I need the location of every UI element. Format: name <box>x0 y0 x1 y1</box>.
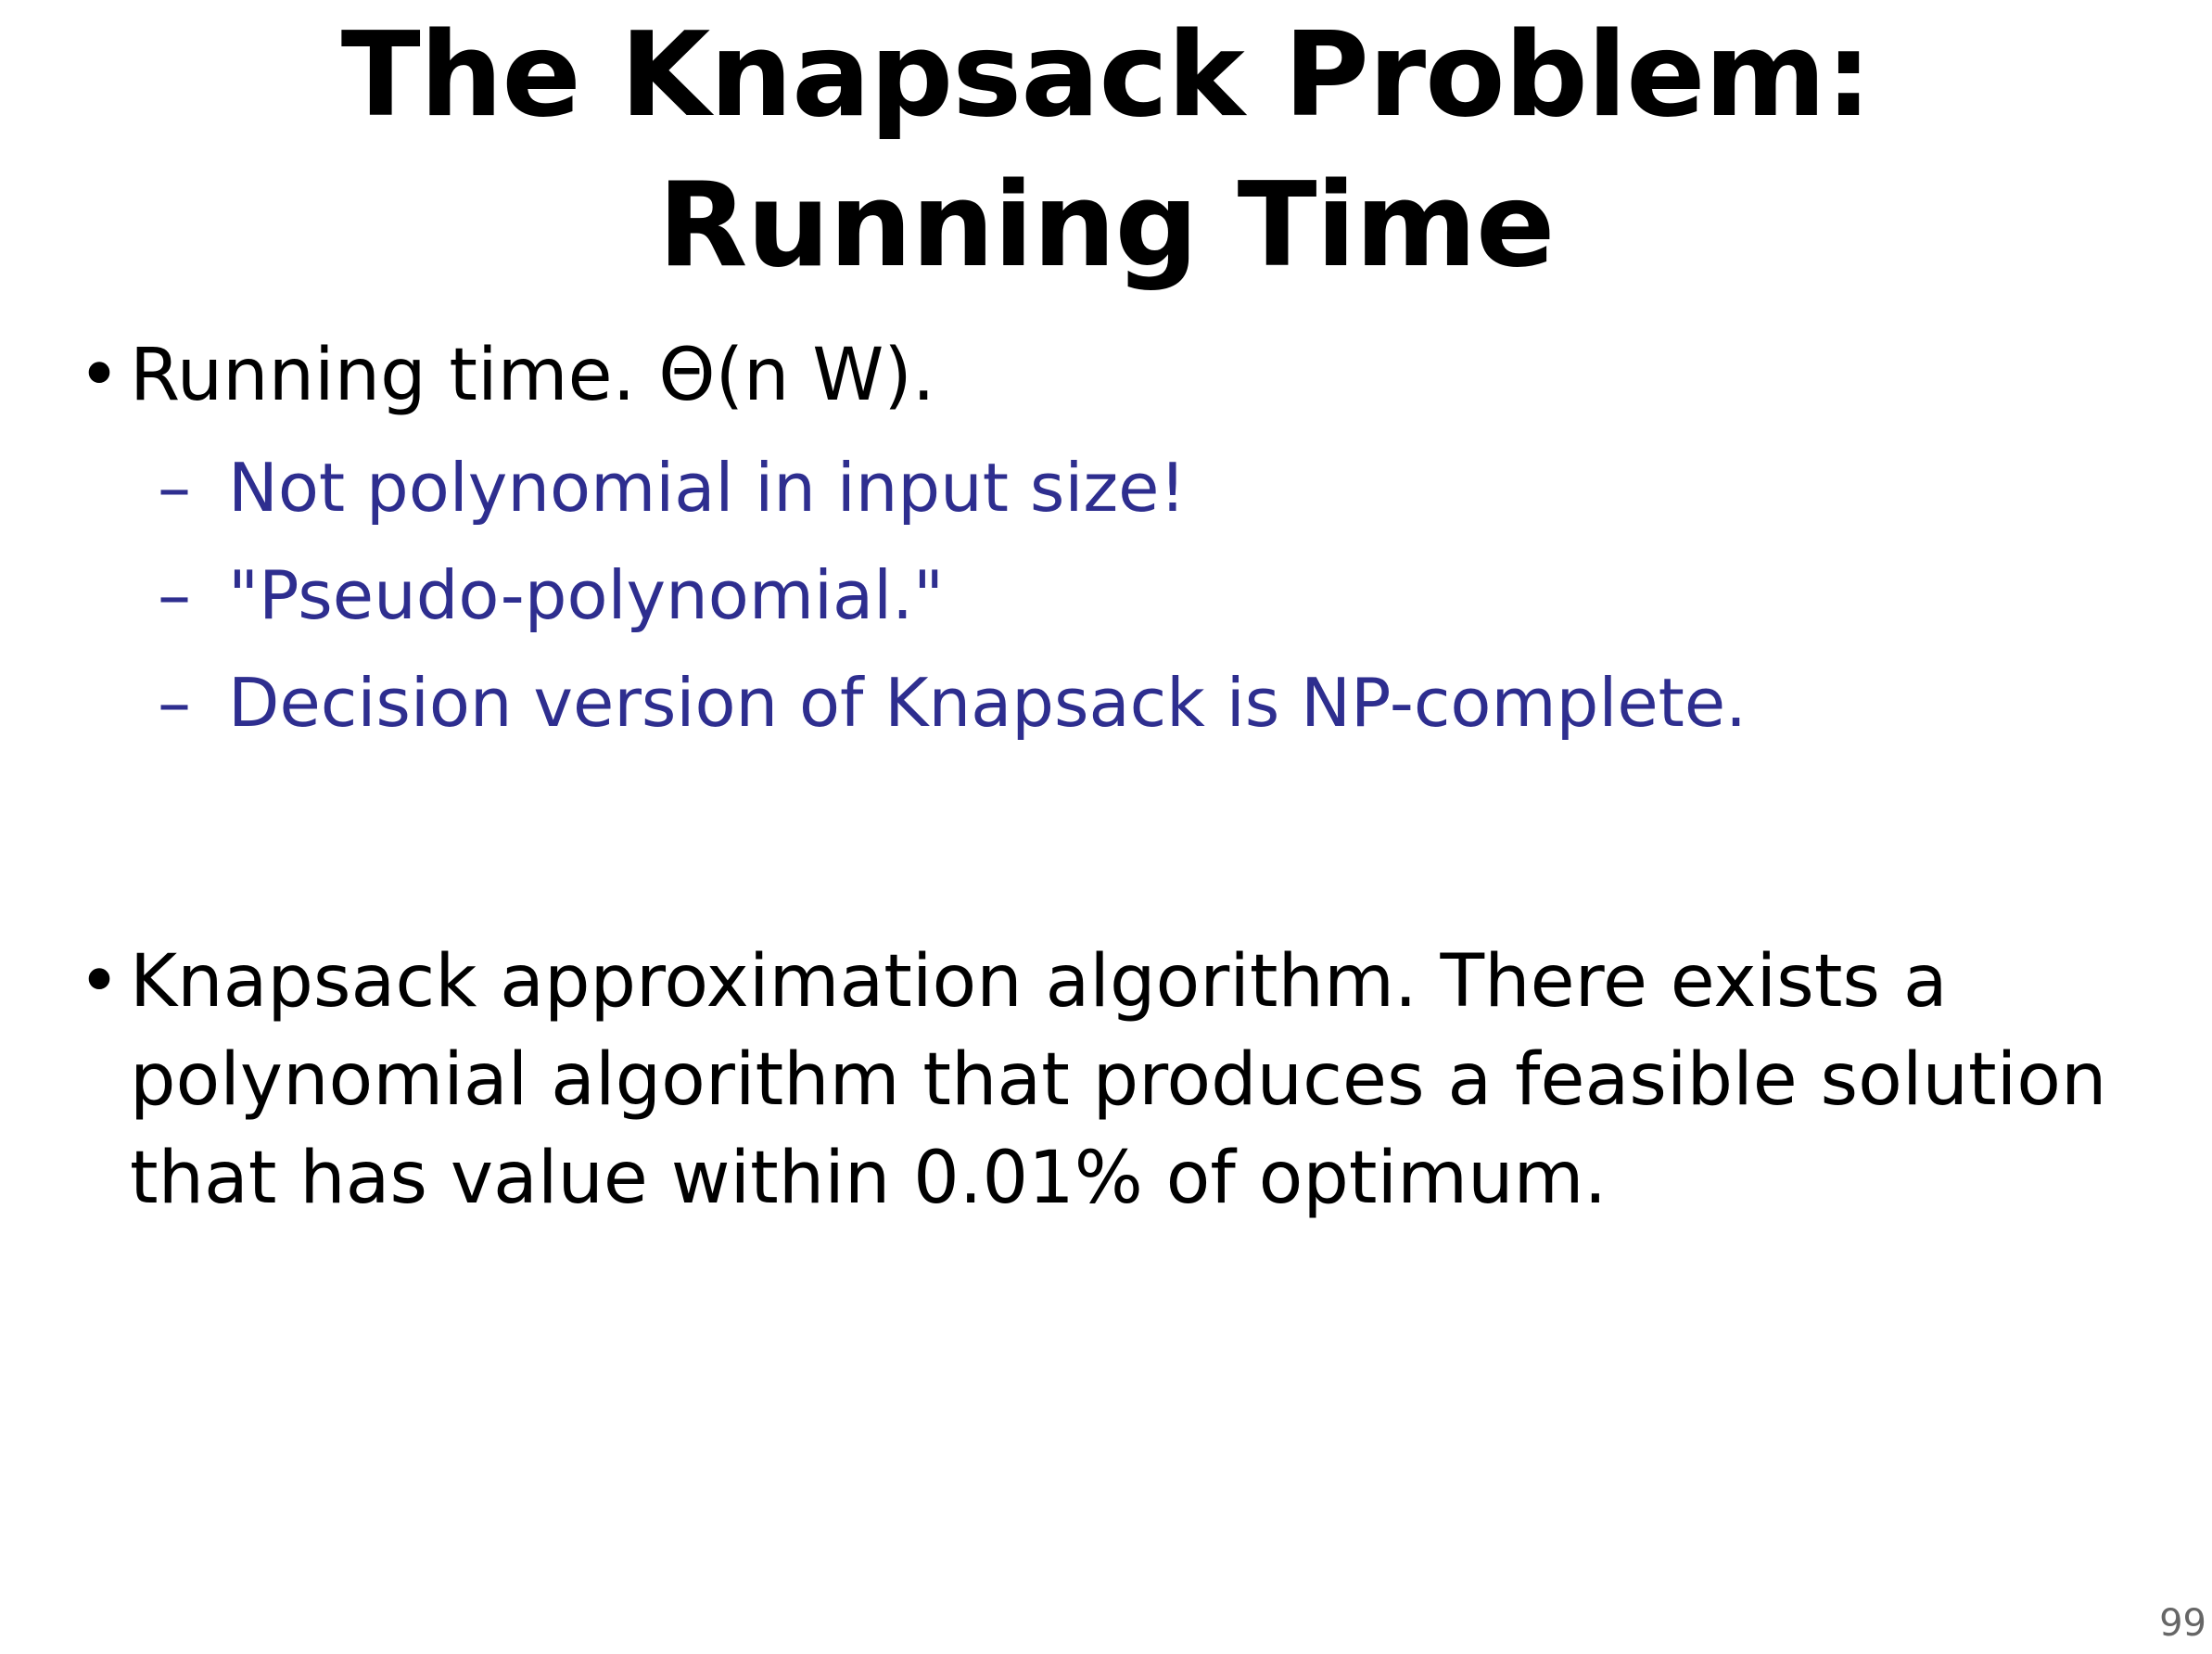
bullet-text-line-2: polynomial algorithm that produces a fea… <box>130 1038 2107 1122</box>
sub-item-marker: – <box>158 556 191 634</box>
bullet-text: Running time. Θ(n W). <box>130 334 935 417</box>
sub-item-text: Not polynomial in input size! <box>228 449 1187 527</box>
sub-item-marker: – <box>158 664 191 742</box>
sub-item-marker: – <box>158 449 191 527</box>
bullet-text-line-3: that has value within 0.01% of optimum. <box>130 1137 1608 1220</box>
slide-title-line-1: The Knapsack Problem: <box>340 6 1872 143</box>
sub-item-text: Decision version of Knapsack is NP-compl… <box>228 664 1748 742</box>
bullet-marker: • <box>78 334 121 417</box>
bullet-text-line-1: Knapsack approximation algorithm. There … <box>130 940 1948 1024</box>
slide-title-line-2: Running Time <box>657 157 1556 293</box>
sub-item-text: "Pseudo-polynomial." <box>228 556 945 634</box>
slide-title: The Knapsack Problem: Running Time <box>0 0 2212 300</box>
bullet-marker: • <box>78 940 121 1024</box>
page-number: 99 <box>2159 1602 2206 1645</box>
bullet-text: Knapsack approximation algorithm. There … <box>130 933 2106 1228</box>
slide: The Knapsack Problem: Running Time • Run… <box>0 0 2212 1654</box>
